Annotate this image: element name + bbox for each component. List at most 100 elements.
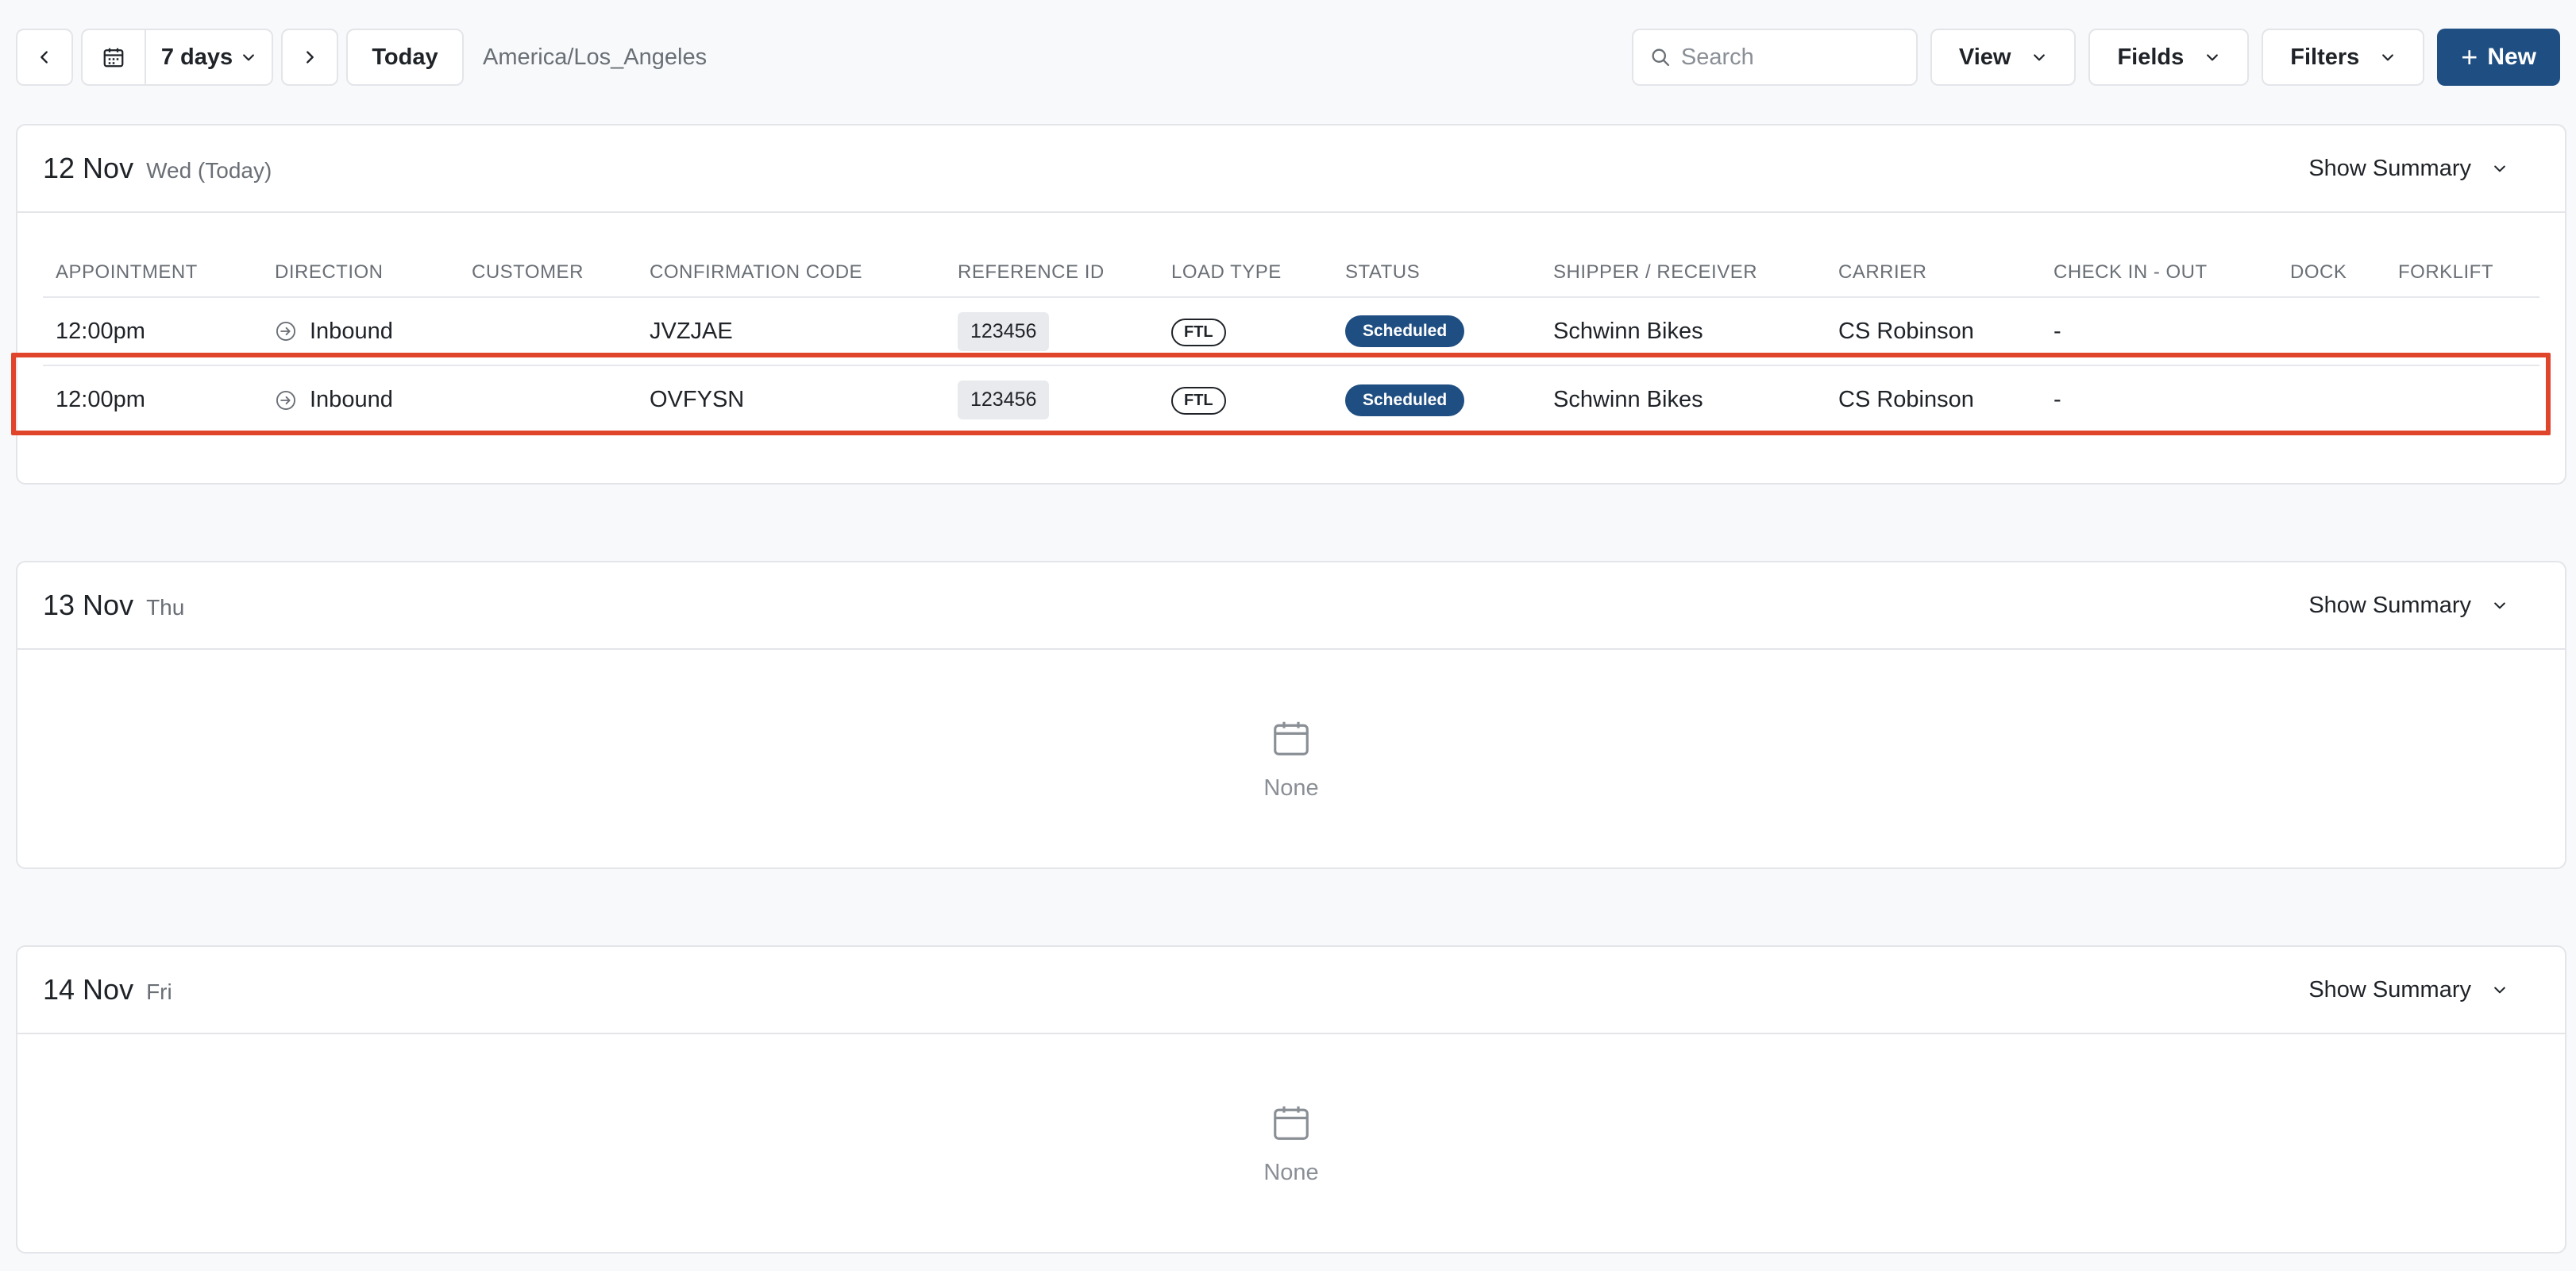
empty-state: None [17, 650, 2565, 867]
chevron-down-icon [2034, 54, 2046, 61]
forklift-cell [2385, 365, 2539, 434]
column-header[interactable]: DIRECTION [262, 248, 459, 298]
appointment-time: 12:00pm [56, 387, 145, 412]
status-badge: Scheduled [1345, 315, 1465, 347]
appointment-time: 12:00pm [43, 297, 262, 366]
search-box[interactable] [1631, 29, 1918, 86]
confirmation-code: JVZJAE [637, 297, 945, 366]
search-icon [1652, 48, 1669, 67]
filters-label: Filters [2290, 44, 2360, 70]
column-header[interactable]: REFERENCE ID [945, 248, 1159, 298]
day-weekday: Fri [146, 979, 172, 1004]
carrier-cell: CS Robinson [1838, 387, 1974, 412]
column-header[interactable]: CARRIER [1826, 248, 2041, 298]
column-header[interactable]: APPOINTMENT [43, 248, 262, 298]
day-header: 12 Nov Wed (Today) Show Summary [17, 126, 2565, 213]
date-range-picker: 7 days [81, 29, 273, 86]
customer-cell [459, 365, 637, 434]
chevron-down-icon [243, 54, 255, 61]
reference-cell: 123456 [945, 365, 1159, 434]
direction-label: Inbound [310, 387, 393, 412]
chevron-down-icon [2382, 54, 2394, 61]
day-weekday: Thu [146, 595, 185, 620]
direction-cell: Inbound [262, 365, 459, 434]
chevron-down-icon [2494, 987, 2505, 994]
day-header: 13 Nov Thu Show Summary [17, 562, 2565, 650]
calendar-icon [1274, 1106, 1309, 1140]
status-cell: Scheduled [1332, 365, 1541, 434]
status-badge: Scheduled [1345, 384, 1465, 416]
fields-label: Fields [2117, 44, 2185, 70]
day-card-14-nov: 14 Nov Fri Show Summary None [16, 945, 2566, 1254]
chevron-down-icon [2494, 165, 2505, 172]
shipper-cell: Schwinn Bikes [1553, 387, 1703, 412]
column-header[interactable]: SHIPPER / RECEIVER [1541, 248, 1826, 298]
column-header[interactable]: STATUS [1332, 248, 1541, 298]
search-input[interactable] [1680, 44, 1911, 71]
chevron-down-icon [2494, 602, 2505, 609]
check-in-out-cell: - [2053, 387, 2061, 412]
timezone-label: America/Los_Angeles [483, 44, 708, 70]
reference-id-badge: 123456 [958, 311, 1050, 351]
column-header[interactable]: FORKLIFT [2385, 248, 2539, 298]
summary-label: Show Summary [2308, 155, 2471, 181]
empty-label: None [1263, 775, 1319, 801]
show-summary-toggle[interactable]: Show Summary [2308, 156, 2508, 182]
shipper-cell: Schwinn Bikes [1541, 297, 1826, 366]
day-card-12-nov: 12 Nov Wed (Today) Show Summary APPOINTM… [16, 124, 2566, 485]
day-header: 14 Nov Fri Show Summary [17, 947, 2565, 1034]
empty-state: None [17, 1034, 2565, 1252]
table-row[interactable]: 12:00pm Inbound OVFYSN 123456 FTL Schedu… [43, 365, 2539, 434]
status-cell: Scheduled [1332, 297, 1541, 366]
toolbar: 7 days Today America/Los_Angeles View Fi… [16, 29, 2560, 86]
show-summary-toggle[interactable]: Show Summary [2308, 977, 2508, 1003]
day-date: 12 Nov [43, 152, 134, 184]
check-in-out-cell: - [2041, 297, 2277, 366]
reference-cell: 123456 [945, 297, 1159, 366]
load-type-badge: FTL [1171, 387, 1226, 415]
next-range-button[interactable] [281, 29, 338, 86]
inbound-arrow-icon [276, 321, 296, 342]
customer-cell [459, 297, 637, 366]
direction-label: Inbound [310, 318, 393, 344]
column-header[interactable]: LOAD TYPE [1159, 248, 1332, 298]
column-header[interactable]: CONFIRMATION CODE [637, 248, 945, 298]
load-type-cell: FTL [1159, 365, 1332, 434]
new-appointment-button[interactable]: + New [2437, 29, 2560, 86]
confirmation-code: OVFYSN [650, 387, 745, 412]
chevron-down-icon [2207, 54, 2219, 61]
today-button[interactable]: Today [346, 29, 464, 86]
forklift-cell [2385, 297, 2539, 366]
inbound-arrow-icon [276, 390, 296, 410]
dock-cell [2277, 365, 2385, 434]
new-label: New [2487, 44, 2536, 70]
day-date: 14 Nov [43, 973, 134, 1006]
calendar-icon [103, 48, 124, 68]
column-header[interactable]: CUSTOMER [459, 248, 637, 298]
empty-label: None [1263, 1159, 1319, 1185]
carrier-cell: CS Robinson [1826, 297, 2041, 366]
day-date: 13 Nov [43, 589, 134, 621]
load-type-badge: FTL [1171, 318, 1226, 346]
column-header[interactable]: DOCK [2277, 248, 2385, 298]
table-row[interactable]: 12:00pm Inbound JVZJAE 123456 FTL Schedu… [43, 297, 2539, 366]
show-summary-toggle[interactable]: Show Summary [2308, 593, 2508, 619]
view-label: View [1958, 44, 2011, 70]
fields-dropdown[interactable]: Fields [2088, 29, 2250, 86]
chevron-right-icon [307, 51, 314, 64]
calendar-icon [1274, 721, 1309, 755]
filters-dropdown[interactable]: Filters [2262, 29, 2425, 86]
view-dropdown[interactable]: View [1930, 29, 2077, 86]
summary-label: Show Summary [2308, 592, 2471, 618]
reference-id-badge: 123456 [958, 381, 1050, 419]
summary-label: Show Summary [2308, 976, 2471, 1003]
range-select[interactable]: 7 days [146, 30, 272, 84]
calendar-button[interactable] [83, 30, 146, 84]
direction-cell: Inbound [262, 297, 459, 366]
appointments-table: APPOINTMENT DIRECTION CUSTOMER CONFIRMAT… [43, 248, 2539, 434]
column-header[interactable]: CHECK IN - OUT [2041, 248, 2277, 298]
previous-range-button[interactable] [16, 29, 73, 86]
chevron-left-icon [40, 51, 48, 64]
day-weekday: Wed (Today) [146, 158, 272, 183]
table-header: APPOINTMENT DIRECTION CUSTOMER CONFIRMAT… [43, 248, 2539, 298]
